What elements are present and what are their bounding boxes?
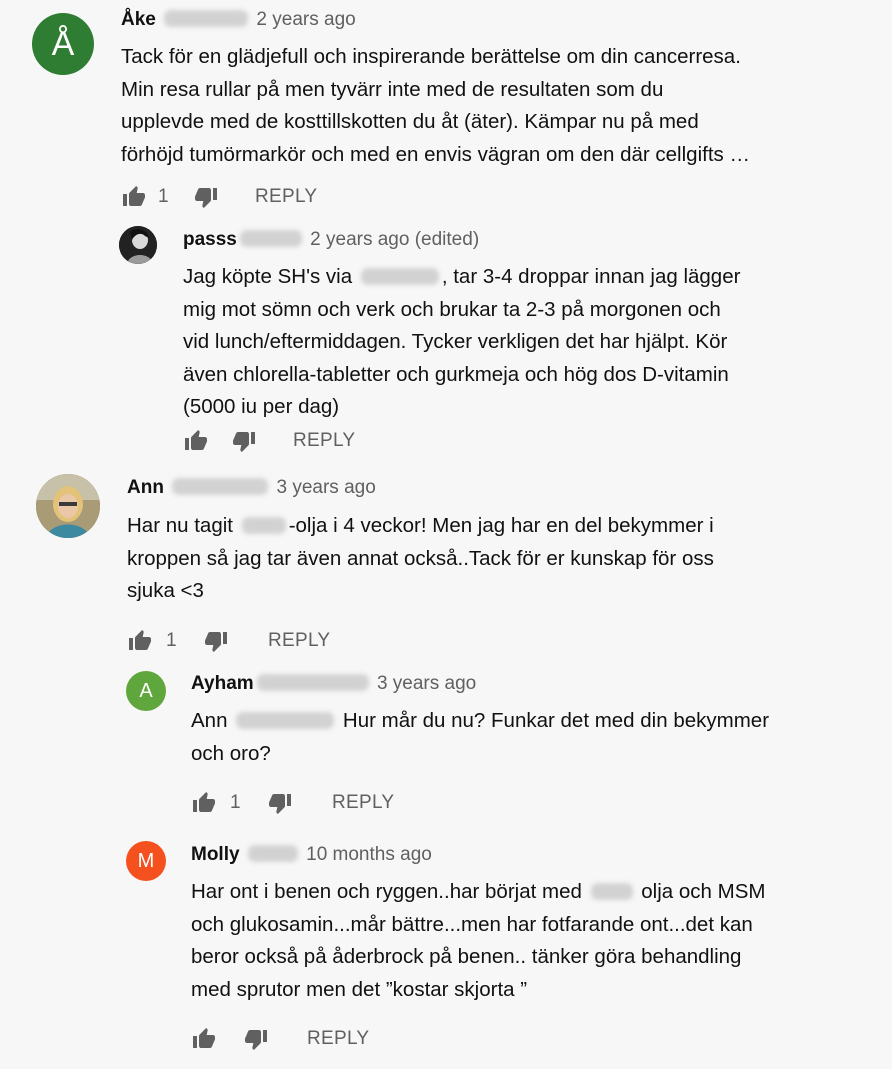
reply-button[interactable]: REPLY [293, 430, 355, 452]
comment-time[interactable]: 3 years ago [377, 673, 476, 694]
like-button[interactable] [183, 427, 209, 455]
thumb-up-icon [185, 430, 207, 450]
dislike-button[interactable] [267, 789, 293, 817]
dislike-button[interactable] [243, 1025, 269, 1053]
redacted-name [164, 10, 249, 27]
comment-text: Har ont i benen och ryggen..har börjat m… [191, 880, 766, 1001]
comment-text: Jag köpte SH's via , tar 3-4 droppar inn… [183, 265, 741, 418]
avatar[interactable] [36, 474, 100, 538]
redacted-name [247, 845, 298, 862]
profile-photo-icon [36, 474, 100, 538]
avatar[interactable]: Å [32, 13, 94, 75]
dislike-button[interactable] [231, 427, 257, 455]
like-button[interactable] [121, 183, 147, 211]
like-count: 1 [158, 186, 169, 207]
thumb-down-icon [245, 1030, 267, 1050]
like-count: 1 [166, 630, 177, 651]
comment-time[interactable]: 2 years ago [256, 9, 355, 30]
comment-text: Tack för en glädjefull och inspirerande … [121, 45, 750, 166]
thumb-down-icon [233, 432, 255, 452]
comment-author[interactable]: passs [183, 229, 237, 250]
redacted-name [239, 230, 302, 247]
redacted-text [236, 712, 335, 729]
redacted-text [241, 517, 286, 534]
comment-time[interactable]: 3 years ago [277, 477, 376, 498]
thumb-up-icon [123, 186, 145, 206]
reply-button[interactable]: REPLY [307, 1028, 369, 1050]
avatar[interactable] [119, 226, 157, 264]
thumb-up-icon [193, 1028, 215, 1048]
dislike-button[interactable] [203, 627, 229, 655]
thumb-down-icon [195, 188, 217, 208]
reply-button[interactable]: REPLY [255, 186, 317, 208]
redacted-text [360, 268, 439, 285]
like-button[interactable] [191, 1025, 217, 1053]
redacted-text [590, 883, 633, 900]
comment-time[interactable]: 10 months ago [306, 844, 432, 865]
redacted-name [256, 674, 369, 691]
comment-author[interactable]: Ayham [191, 673, 254, 694]
avatar[interactable]: A [126, 671, 166, 711]
profile-photo-icon [119, 226, 157, 264]
avatar[interactable]: M [126, 841, 166, 881]
like-button[interactable] [191, 789, 217, 817]
thumb-down-icon [269, 794, 291, 814]
redacted-name [172, 478, 269, 495]
like-button[interactable] [127, 627, 153, 655]
thumb-up-icon [129, 630, 151, 650]
comment-author[interactable]: Molly [191, 844, 240, 865]
comment-text: Ann Hur mår du nu? Funkar det med din be… [191, 709, 770, 765]
comment-time[interactable]: 2 years ago (edited) [310, 229, 479, 250]
reply-button[interactable]: REPLY [332, 792, 394, 814]
comment-author[interactable]: Åke [121, 9, 156, 30]
comment-text: Har nu tagit -olja i 4 veckor! Men jag h… [127, 514, 714, 602]
thumb-down-icon [205, 632, 227, 652]
thumb-up-icon [193, 792, 215, 812]
reply-button[interactable]: REPLY [268, 630, 330, 652]
dislike-button[interactable] [193, 183, 219, 211]
like-count: 1 [230, 792, 241, 813]
comment-author[interactable]: Ann [127, 477, 164, 498]
